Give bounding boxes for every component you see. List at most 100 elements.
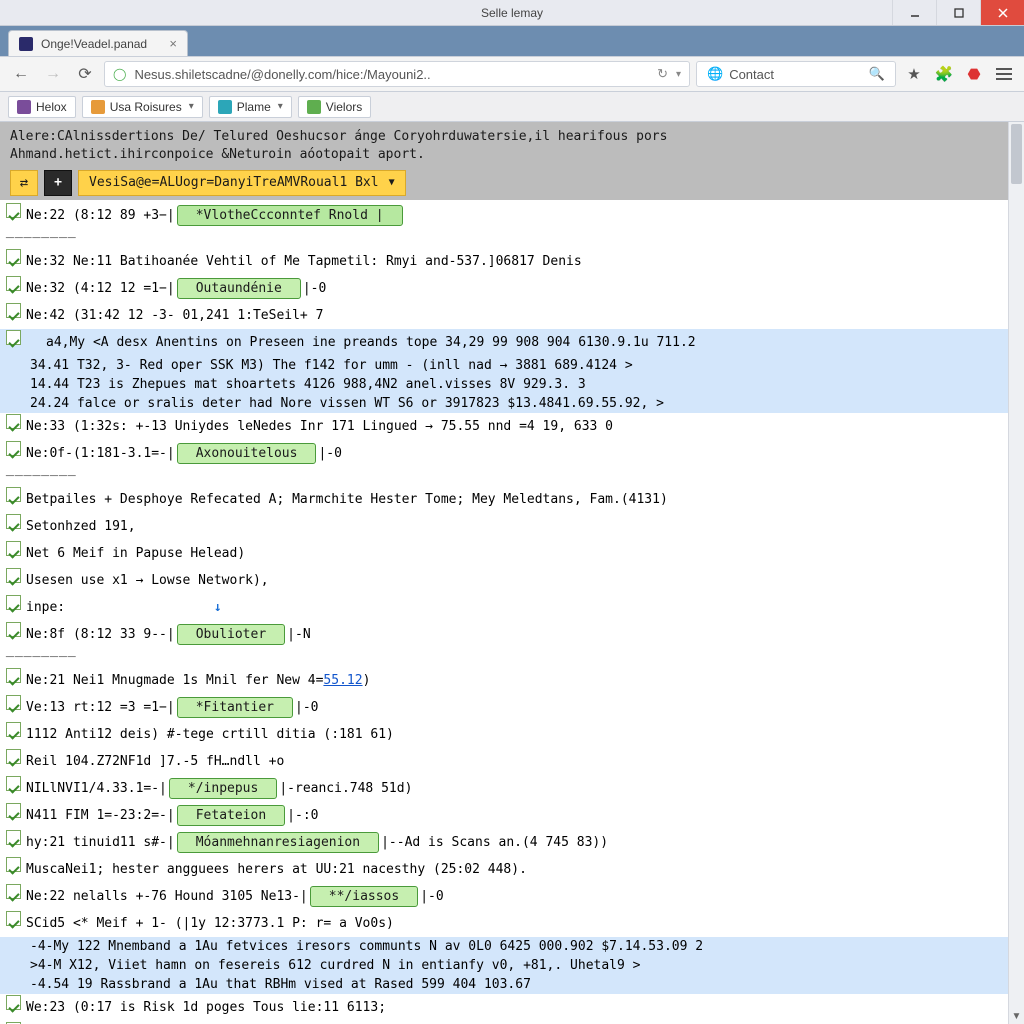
log-row[interactable]: Ne:42 (31:42 12 -3- 01,241 1:TeSeil+ 7 <box>0 302 1008 329</box>
log-row[interactable]: 24.24 falce or sralis deter had Nore vis… <box>0 394 1008 413</box>
log-row[interactable]: Ne:32 (4:12 12 =1−|Outaundénie|-0 <box>0 275 1008 302</box>
checkbox-icon[interactable] <box>6 802 22 829</box>
maximize-button[interactable] <box>936 0 980 25</box>
log-row[interactable]: 14.44 T23 is Zhepues mat shoartets 4126 … <box>0 375 1008 394</box>
bookmarks-bar: Helox Usa Roisures▾ Plame▾ Vielors <box>0 92 1024 122</box>
checkbox-icon[interactable] <box>6 621 22 648</box>
checkbox-icon[interactable] <box>6 202 22 229</box>
header-line: Ahmand.hetict.ihirconpoice &Neturoin aóo… <box>10 146 998 164</box>
log-row[interactable]: Ne:33 (1:32s: +-13 Uniydes leNedes Inr 1… <box>0 413 1008 440</box>
scrollbar-thumb[interactable] <box>1011 124 1022 184</box>
log-row[interactable]: Usesen use x1 → Lowse Network), <box>0 567 1008 594</box>
tag-pill[interactable]: Móanmehnanresiagenion <box>177 832 379 853</box>
minimize-button[interactable] <box>892 0 936 25</box>
inline-link[interactable]: 55.12 <box>323 673 362 688</box>
checkbox-icon[interactable] <box>6 721 22 748</box>
log-row[interactable]: N411 FIM 1=-23:2=-|Fetateion|-:0 <box>0 802 1008 829</box>
log-row[interactable]: >4-M X12, Viiet hamn on fesereis 612 cur… <box>0 956 1008 975</box>
version-strip[interactable]: VesiSa@e=ALUogr=DanyiTreAMVRoual1 Bxl ▼ <box>78 170 406 196</box>
checkbox-icon[interactable] <box>6 302 22 329</box>
checkbox-icon[interactable] <box>6 329 22 356</box>
bookmark-item[interactable]: Helox <box>8 96 76 118</box>
site-status-icon: ◯ <box>113 67 126 81</box>
log-row[interactable]: Setonhzed 191, <box>0 513 1008 540</box>
checkbox-icon[interactable] <box>6 594 22 621</box>
log-row[interactable]: SCid5 <* Meif + 1- (|1y 12:3773.1 P: r= … <box>0 910 1008 937</box>
checkbox-icon[interactable] <box>6 486 22 513</box>
omnibox[interactable]: ◯ Nesus.shiletscadne/@donelly.com/hice:/… <box>104 61 690 87</box>
menu-button[interactable] <box>992 62 1016 86</box>
log-row[interactable]: Reil 104.Z72NF1d ]7.-5 fH…ndll +o <box>0 748 1008 775</box>
tag-pill[interactable]: */inpepus <box>169 778 277 799</box>
page-viewport: Alere:CAlnissdertions De/ Telured Oeshuc… <box>0 122 1024 1024</box>
bookmark-icon <box>91 100 105 114</box>
checkbox-icon[interactable] <box>6 440 22 467</box>
checkbox-icon[interactable] <box>6 829 22 856</box>
log-row[interactable]: Ve:13 rt:12 =3 =1−|*Fitantier|-0 <box>0 694 1008 721</box>
checkbox-icon[interactable] <box>6 540 22 567</box>
checkbox-icon[interactable] <box>6 883 22 910</box>
log-row[interactable]: -4.54 19 Rassbrand a 1Au that RBHm vised… <box>0 975 1008 994</box>
tag-pill[interactable]: *Fitantier <box>177 697 293 718</box>
page-content: Alere:CAlnissdertions De/ Telured Oeshuc… <box>0 122 1008 1024</box>
profile-box[interactable]: 🌐 Contact 🔍 <box>696 61 896 87</box>
log-row[interactable]: We:23 (0:17 is Risk 1d poges Tous lie:11… <box>0 994 1008 1021</box>
log-row[interactable]: Betpailes + Desphoye Refecated A; Marmch… <box>0 486 1008 513</box>
checkbox-icon[interactable] <box>6 513 22 540</box>
log-row[interactable]: MuscaNei1; hester angguees herers at UU:… <box>0 856 1008 883</box>
bookmark-item[interactable]: Usa Roisures▾ <box>82 96 203 118</box>
checkbox-icon[interactable] <box>6 275 22 302</box>
tag-pill[interactable]: **/iassos <box>310 886 418 907</box>
tag-pill[interactable]: Fetateion <box>177 805 285 826</box>
tag-pill[interactable]: Obulioter <box>177 624 285 645</box>
checkbox-icon[interactable] <box>6 413 22 440</box>
bookmark-item[interactable]: Plame▾ <box>209 96 292 118</box>
search-icon[interactable]: 🔍 <box>869 66 885 82</box>
reader-icon[interactable]: ↻ <box>657 66 668 82</box>
nav-prev-button[interactable]: ⇄ <box>10 170 38 196</box>
bookmark-icon <box>307 100 321 114</box>
checkbox-icon[interactable] <box>6 748 22 775</box>
bookmark-star-icon[interactable]: ★ <box>902 62 926 86</box>
log-row[interactable]: Ne:21 Nei1 Mnugmade 1s Mnil fer New 4=55… <box>0 667 1008 694</box>
browser-tab[interactable]: Onge!Veadel.panad × <box>8 30 188 56</box>
vertical-scrollbar[interactable]: ▲ ▼ <box>1008 122 1024 1024</box>
log-row[interactable]: Ne:22 nelalls +-76 Hound 3105 Ne13-|**/i… <box>0 883 1008 910</box>
checkbox-icon[interactable] <box>6 694 22 721</box>
chevron-down-icon: ▾ <box>278 101 283 112</box>
log-row[interactable]: inpe: ↓ <box>0 594 1008 621</box>
log-row[interactable]: a4,My <A desx Anentins on Preseen ine pr… <box>0 329 1008 356</box>
log-row[interactable]: Ne:0f-(1:181-3.1=-|Axonouitelous|-0 <box>0 440 1008 467</box>
checkbox-icon[interactable] <box>6 567 22 594</box>
scroll-down-icon[interactable]: ▼ <box>1009 1008 1024 1024</box>
log-row[interactable]: hy:21 tinuid11 s#-|Móanmehnanresiagenion… <box>0 829 1008 856</box>
tab-close-icon[interactable]: × <box>169 36 177 51</box>
checkbox-icon[interactable] <box>6 994 22 1021</box>
add-button[interactable]: + <box>44 170 72 196</box>
checkbox-icon[interactable] <box>6 856 22 883</box>
extensions-icon[interactable]: 🧩 <box>932 62 956 86</box>
checkbox-icon[interactable] <box>6 775 22 802</box>
dropdown-icon[interactable]: ▾ <box>676 69 681 80</box>
log-row[interactable]: Ne:22 (8:12 89 +3−|*VlotheCcconntef Rnol… <box>0 202 1008 229</box>
checkbox-icon[interactable] <box>6 667 22 694</box>
log-row[interactable]: Net 6 Meif in Papuse Helead) <box>0 540 1008 567</box>
checkbox-icon[interactable] <box>6 910 22 937</box>
log-row[interactable]: 34.41 T32, 3- Red oper SSK M3) The f142 … <box>0 356 1008 375</box>
tag-pill[interactable]: Axonouitelous <box>177 443 317 464</box>
tag-pill[interactable]: Outaundénie <box>177 278 301 299</box>
forward-button[interactable]: → <box>40 61 66 87</box>
log-row[interactable]: NILlNVI1/4.33.1=-|*/inpepus|-reanci.748 … <box>0 775 1008 802</box>
bookmark-item[interactable]: Vielors <box>298 96 371 118</box>
log-row[interactable]: Ne:8f (8:12 33 9--|Obulioter|-N <box>0 621 1008 648</box>
log-row[interactable]: Ne:32 Ne:11 Batihoanée Vehtil of Me Tapm… <box>0 248 1008 275</box>
reload-button[interactable]: ⟳ <box>72 61 98 87</box>
log-row[interactable]: -4-My 122 Mnemband a 1Au fetvices iresor… <box>0 937 1008 956</box>
tag-pill[interactable]: *VlotheCcconntef Rnold ∣ <box>177 205 403 226</box>
log-row[interactable]: 1112 Anti12 deis) #-tege crtill ditia (:… <box>0 721 1008 748</box>
adblock-icon[interactable]: ⬣ <box>962 62 986 86</box>
close-button[interactable] <box>980 0 1024 25</box>
version-bar: ⇄ + VesiSa@e=ALUogr=DanyiTreAMVRoual1 Bx… <box>10 170 998 196</box>
checkbox-icon[interactable] <box>6 248 22 275</box>
back-button[interactable]: ← <box>8 61 34 87</box>
